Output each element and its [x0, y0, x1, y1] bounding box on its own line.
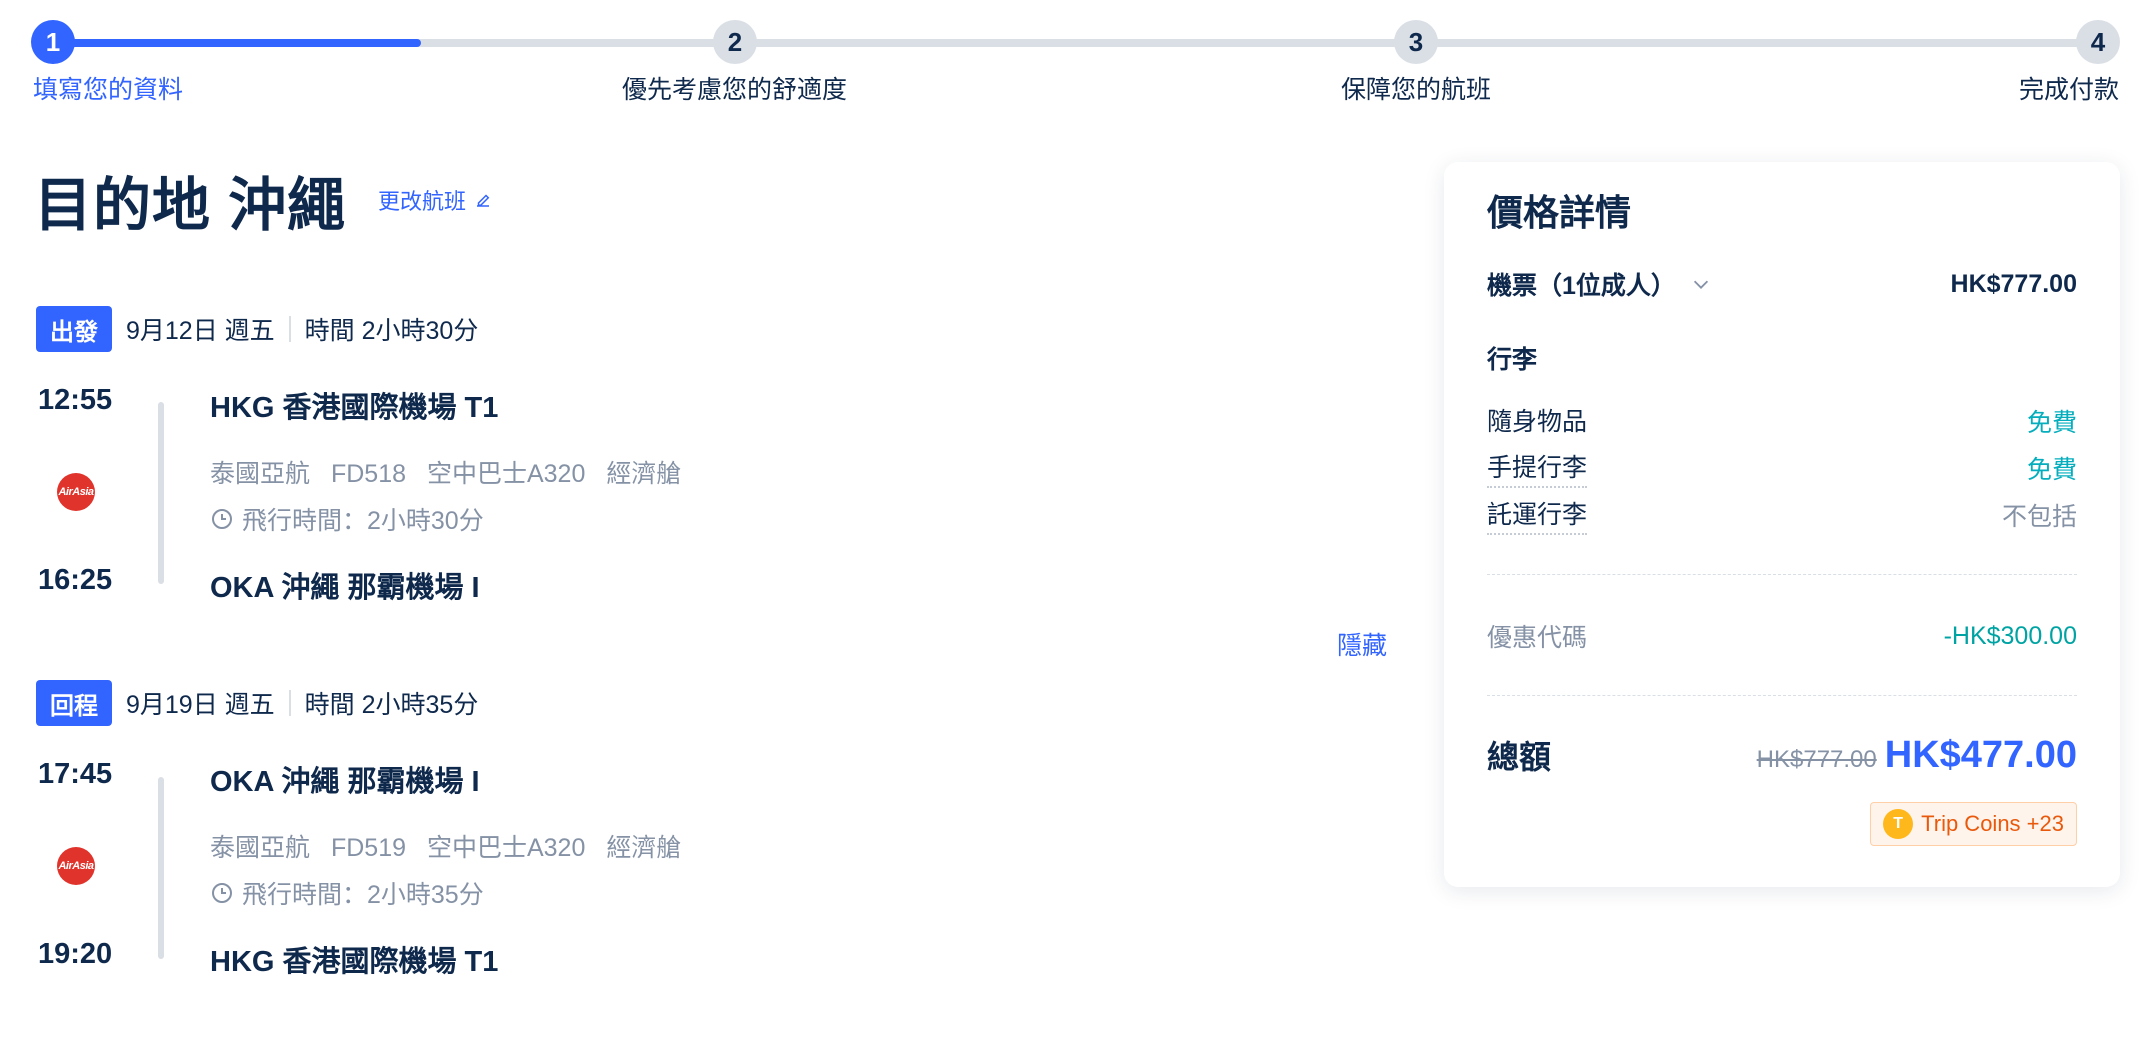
step-3-label: 保障您的航班 [1341, 76, 1492, 104]
step-4-label: 完成付款 [2019, 76, 2120, 104]
outbound-departure-airport: HKG 香港國際機場 T1 [210, 392, 499, 424]
progress-stepper: 1 2 3 4 填寫您的資料 優先考慮您的舒適度 保障您的航班 完成付款 [0, 0, 2140, 120]
outbound-timeline [158, 402, 164, 584]
outbound-airline: 泰國亞航 [210, 460, 311, 488]
return-airline: 泰國亞航 [210, 834, 311, 862]
return-flight-info: 泰國亞航 FD519 空中巴士A320 經濟艙 [210, 828, 695, 864]
return-header: 回程 9月19日 週五 時間 2小時35分 [36, 680, 478, 726]
price-details-title: 價格詳情 [1487, 192, 1632, 233]
chevron-down-icon [1693, 280, 1708, 289]
price-details-card: 價格詳情 機票（1位成人） HK$777.00 行李 隨身物品 免費 手提行李 … [1444, 162, 2120, 887]
hide-details-link[interactable]: 隱藏 [1337, 626, 1387, 662]
promo-value: -HK$300.00 [1943, 621, 2077, 650]
stepper-track [53, 39, 2099, 47]
personal-item-value: 免費 [2026, 409, 2077, 437]
trip-coin-icon: T [1883, 809, 1914, 839]
ticket-price: HK$777.00 [1950, 269, 2077, 298]
clock-icon [212, 509, 232, 529]
outbound-duration: 時間 2小時30分 [304, 317, 479, 345]
baggage-row-personal: 隨身物品 免費 [1487, 402, 2077, 440]
return-date: 9月19日 週五 [126, 691, 275, 719]
outbound-arrival-time: 16:25 [38, 564, 113, 596]
outbound-fly-time: 飛行時間：2小時30分 [210, 501, 484, 537]
step-2-circle[interactable]: 2 [713, 20, 757, 64]
total-values: HK$777.00 HK$477.00 [1757, 734, 2077, 777]
original-total: HK$777.00 [1756, 745, 1877, 773]
trip-coins-label: Trip Coins +23 [1921, 811, 2064, 836]
return-fly-time: 飛行時間：2小時35分 [210, 875, 484, 911]
return-badge: 回程 [36, 680, 112, 726]
return-duration: 時間 2小時35分 [304, 691, 479, 719]
ticket-toggle[interactable]: 機票（1位成人） [1487, 266, 1712, 302]
change-flight-label: 更改航班 [378, 189, 467, 214]
outbound-departure-time: 12:55 [38, 384, 113, 416]
airasia-logo-icon: AirAsia [57, 847, 95, 885]
promo-label: 優惠代碼 [1487, 624, 1588, 652]
outbound-arrival-airport: OKA 沖繩 那霸機場 I [210, 572, 480, 604]
return-arrival-time: 19:20 [38, 938, 113, 970]
change-flight-link[interactable]: 更改航班 [378, 184, 492, 216]
return-timeline [158, 777, 164, 959]
promo-row: 優惠代碼 -HK$300.00 [1487, 618, 2077, 654]
baggage-row-checked: 託運行李 不包括 [1487, 495, 2077, 535]
divider [1487, 695, 2077, 696]
outbound-aircraft: 空中巴士A320 [426, 460, 586, 488]
outbound-fly-time-text: 飛行時間：2小時30分 [242, 507, 484, 535]
page-title: 目的地 沖繩 [34, 173, 347, 238]
checked-baggage-label[interactable]: 託運行李 [1487, 495, 1588, 535]
return-aircraft: 空中巴士A320 [426, 834, 586, 862]
outbound-flight-number: FD518 [330, 460, 407, 488]
step-2-label: 優先考慮您的舒適度 [622, 76, 848, 104]
ticket-row: 機票（1位成人） HK$777.00 [1487, 266, 2077, 302]
return-departure-airport: OKA 沖繩 那霸機場 I [210, 766, 480, 798]
outbound-cabin: 經濟艙 [606, 460, 682, 488]
outbound-badge: 出發 [36, 306, 112, 352]
edit-icon [477, 194, 490, 207]
personal-item-label: 隨身物品 [1487, 408, 1588, 436]
outbound-flight-info: 泰國亞航 FD518 空中巴士A320 經濟艙 [210, 454, 695, 490]
step-1-label: 填寫您的資料 [33, 76, 184, 104]
return-departure-time: 17:45 [38, 758, 113, 790]
trip-coins-badge: T Trip Coins +23 [1870, 802, 2077, 846]
return-flight-number: FD519 [330, 834, 407, 862]
outbound-date: 9月12日 週五 [126, 317, 275, 345]
divider [288, 690, 291, 716]
carry-on-label[interactable]: 手提行李 [1487, 448, 1588, 488]
divider [1487, 574, 2077, 575]
total-row: 總額 HK$777.00 HK$477.00 [1487, 732, 2077, 778]
step-1-circle[interactable]: 1 [31, 20, 75, 64]
stepper-progress-fill [53, 39, 422, 47]
outbound-header: 出發 9月12日 週五 時間 2小時30分 [36, 306, 478, 352]
baggage-title: 行李 [1487, 346, 1538, 374]
step-4-circle[interactable]: 4 [2076, 20, 2120, 64]
divider [288, 316, 291, 342]
booking-page: 1 2 3 4 填寫您的資料 優先考慮您的舒適度 保障您的航班 完成付款 目的地… [0, 0, 2140, 1044]
clock-icon [212, 883, 232, 903]
step-3-circle[interactable]: 3 [1394, 20, 1438, 64]
baggage-row-carryon: 手提行李 免費 [1487, 448, 2077, 488]
total-price: HK$477.00 [1884, 733, 2077, 776]
return-arrival-airport: HKG 香港國際機場 T1 [210, 946, 499, 978]
airasia-logo-icon: AirAsia [57, 473, 95, 511]
checked-baggage-value: 不包括 [2001, 503, 2077, 531]
ticket-label: 機票（1位成人） [1487, 272, 1676, 300]
total-label: 總額 [1487, 739, 1552, 775]
carry-on-value: 免費 [2026, 456, 2077, 484]
return-fly-time-text: 飛行時間：2小時35分 [242, 881, 484, 909]
return-cabin: 經濟艙 [606, 834, 682, 862]
